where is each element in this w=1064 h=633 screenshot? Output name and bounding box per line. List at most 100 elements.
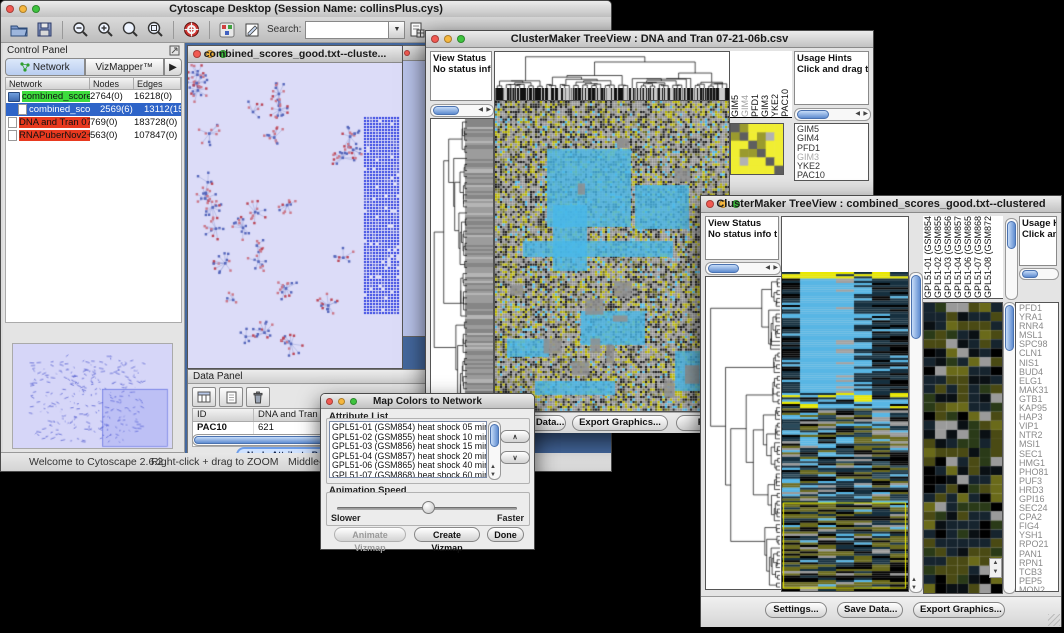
move-down-button[interactable]: ∨ [500,451,530,464]
scroll-left-icon[interactable]: ◀ [478,105,483,115]
row-label[interactable]: PAC10 [797,171,868,180]
column-label[interactable]: YKE2 [770,94,780,117]
zoom-selected-button[interactable] [118,19,142,41]
search-input[interactable] [305,21,389,39]
export-graphics-button[interactable]: Export Graphics... [913,602,1005,618]
row-dendrogram[interactable] [430,118,494,411]
control-panel-title: Control Panel [7,45,68,56]
main-titlebar[interactable]: Cytoscape Desktop (Session Name: collins… [1,1,611,18]
column-label[interactable]: GIM3 [760,95,770,117]
h-scrollbar[interactable]: ◀ ▶ [705,262,781,275]
column-label[interactable]: GPL51-07 (GSM868) [973,216,983,298]
column-label[interactable]: GPL51-01 (GSM854) [923,216,933,298]
resize-grip[interactable] [1048,614,1060,626]
delete-attribute-trash-button[interactable] [246,387,270,407]
zoom-fit-button[interactable] [143,19,167,41]
network-table-row[interactable]: combined_scores 2764(0) 16218(0) [6,90,181,103]
save-data-button[interactable]: Save Data... [837,602,903,618]
treeview1-titlebar[interactable]: ClusterMaker TreeView : DNA and Tran 07-… [426,31,873,48]
heatmap-v-scrollbar[interactable]: ▲ ▼ [909,272,923,593]
network-canvas[interactable] [188,63,400,366]
column-label[interactable]: GPL51-04 (GSM857) [953,216,963,298]
open-session-button[interactable] [7,19,31,41]
network-view-titlebar[interactable]: combined_scores_good.txt--cluste... [188,46,402,63]
scrollbar-thumb[interactable] [490,424,499,447]
network-column-header[interactable]: Network [6,78,90,90]
row-dendrogram[interactable] [705,276,783,590]
treeview2-titlebar[interactable]: ClusterMaker TreeView : combined_scores_… [701,196,1061,213]
scroll-right-icon[interactable]: ▶ [486,105,491,115]
treeview2-title: ClusterMaker TreeView : combined_scores_… [701,198,1061,210]
scroll-up-icon[interactable]: ▲ [911,577,917,583]
new-attribute-button[interactable] [219,387,243,407]
network-table-row[interactable]: combined_sco 2569(6) 13112(15) [6,103,181,116]
attribute-list[interactable]: GPL51-01 (GSM854) heat shock 05 minGPL51… [329,421,487,478]
scroll-down-icon[interactable]: ▼ [490,472,496,478]
scroll-left-icon[interactable]: ◀ [855,109,860,119]
scroll-right-icon[interactable]: ▶ [773,263,778,273]
done-button[interactable]: Done [487,527,524,542]
network-overview-thumbnail[interactable] [12,343,173,449]
tab-vizmapper[interactable]: VizMapper™ [85,58,165,76]
create-vizmap-button[interactable]: Create Vizmap [414,527,480,542]
zoom-out-button[interactable] [68,19,92,41]
float-panel-icon[interactable] [169,45,180,56]
network-list-panel: Network Nodes Edges combined_scores 2764… [5,77,182,323]
heatmap-zoom-view[interactable] [923,302,1003,594]
animate-vizmap-button[interactable]: Animate Vizmap [334,527,406,542]
select-attributes-button[interactable] [192,387,216,407]
labels-v-scrollbar[interactable] [1005,218,1018,300]
h-scrollbar[interactable]: ◀ ▶ [794,108,871,121]
annotation-icon[interactable] [240,19,264,41]
h-scrollbar[interactable] [1019,268,1059,280]
column-label[interactable]: PFD1 [750,94,760,117]
scroll-left-icon[interactable]: ◀ [765,263,770,273]
column-label[interactable]: GPL51-02 (GSM855) [933,216,943,298]
lifesaver-icon[interactable] [179,19,203,41]
tabs-overflow-button[interactable]: ▶ [164,58,182,76]
column-label[interactable]: GPL51-08 (GSM872) [983,216,993,298]
search-combobox[interactable]: ▼ [305,21,405,39]
network-table-row[interactable]: RNAPuberNov2+ 563(0) 107847(0) [6,129,181,142]
column-label[interactable]: GIM5 [730,95,740,117]
column-label[interactable]: PAC10 [780,89,790,117]
attribute-list-item[interactable]: GPL51-07 (GSM868) heat shock 60 min [332,471,486,478]
vizmapper-icon[interactable] [215,19,239,41]
column-label[interactable]: GIM4 [740,95,750,117]
column-label[interactable]: GPL51-06 (GSM865) [963,216,973,298]
correlation-mini-heatmap[interactable] [730,123,784,175]
scroll-up-icon[interactable]: ▲ [490,464,496,470]
tab-network[interactable]: Network [5,58,85,76]
scrollbar-thumb[interactable] [1022,270,1038,278]
network-table-header[interactable]: Network Nodes Edges [6,78,181,90]
scrollbar-thumb[interactable] [708,264,739,273]
attribute-list-scrollbar[interactable]: ▲ ▼ [488,421,501,480]
scrollbar-thumb[interactable] [433,106,459,115]
column-labels: GPL51-01 (GSM854)GPL51-02 (GSM855)GPL51-… [923,216,1003,299]
column-dendrogram[interactable] [494,51,730,89]
scrollbar-thumb[interactable] [797,110,829,119]
move-up-button[interactable]: ∧ [500,430,530,443]
nodes-column-header[interactable]: Nodes [90,78,134,90]
edges-column-header[interactable]: Edges [134,78,181,90]
scrollbar-thumb[interactable] [1007,221,1016,249]
settings-button[interactable]: Settings... [765,602,827,618]
h-scrollbar[interactable]: ◀ ▶ [430,104,494,117]
save-session-button[interactable] [32,19,56,41]
scrollbar-thumb[interactable] [1005,305,1014,351]
zoom-in-button[interactable] [93,19,117,41]
network-table-row[interactable]: DNA and Tran 07 769(0) 183728(0) [6,116,181,129]
dialog-titlebar[interactable]: Map Colors to Network [321,394,534,409]
speed-slider-thumb[interactable] [422,501,435,514]
heatmap-main[interactable] [494,101,730,412]
export-graphics-button[interactable]: Export Graphics... [572,415,668,431]
id-column-header[interactable]: ID [193,409,254,421]
gene-label[interactable]: MON2 [1019,586,1058,592]
heatmap-main[interactable] [781,272,909,592]
scrollbar-thumb[interactable] [911,275,921,339]
search-dropdown-arrow-icon[interactable]: ▼ [389,21,405,39]
scroll-right-icon[interactable]: ▶ [863,109,868,119]
scroll-arrow-buttons[interactable]: ▲▼ [989,558,1002,578]
scroll-down-icon[interactable]: ▼ [911,585,917,591]
column-label[interactable]: GPL51-03 (GSM856) [943,216,953,298]
